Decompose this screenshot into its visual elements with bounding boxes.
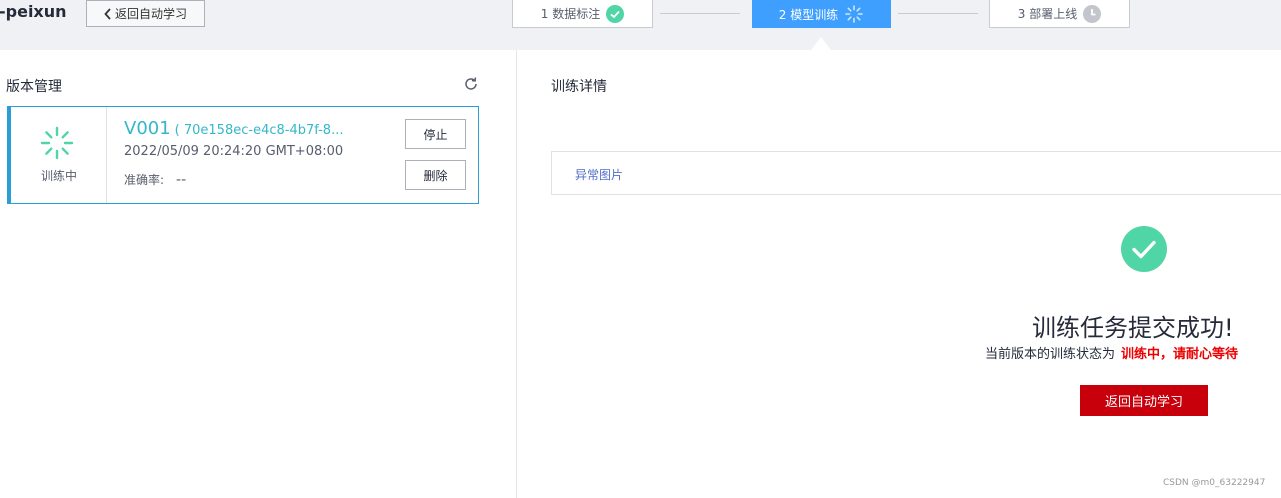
- status-text: 训练中: [40, 169, 77, 183]
- success-description: 当前版本的训练状态为 训练中，请耐心等待: [985, 343, 1238, 362]
- version-title[interactable]: V001( 70e158ec-e4c8-4b7f-8...: [124, 118, 343, 139]
- version-name: V001: [124, 118, 171, 139]
- step-connector: [660, 13, 740, 14]
- success-check-icon: [1121, 226, 1167, 272]
- stop-button[interactable]: 停止: [405, 119, 466, 149]
- delete-button[interactable]: 删除: [405, 160, 466, 190]
- success-desc-text: 当前版本的训练状态为: [985, 347, 1116, 362]
- clock-icon: [1083, 4, 1102, 23]
- project-name: -peixun: [0, 2, 67, 21]
- step-label: 2 模型训练: [778, 7, 839, 22]
- training-status-highlight: 训练中，请耐心等待: [1121, 347, 1239, 362]
- back-button-label: 返回自动学习: [114, 7, 187, 21]
- step-model-training[interactable]: 2 模型训练: [752, 0, 891, 28]
- step-data-labeling[interactable]: 1 数据标注: [512, 0, 653, 28]
- chevron-left-icon: [104, 7, 111, 20]
- back-to-autolearn-button[interactable]: 返回自动学习: [86, 0, 205, 27]
- watermark: CSDN @m0_63222947: [1163, 478, 1266, 488]
- version-card[interactable]: 训练中 V001( 70e158ec-e4c8-4b7f-8... 2022/0…: [7, 106, 479, 204]
- step-label: 1 数据标注: [540, 7, 601, 21]
- version-id: ( 70e158ec-e4c8-4b7f-8...: [174, 123, 344, 138]
- step-label: 3 部署上线: [1017, 7, 1078, 21]
- version-accuracy: 准确率: --: [124, 171, 186, 188]
- version-status: 训练中: [11, 107, 107, 203]
- version-time: 2022/05/09 20:24:20 GMT+08:00: [124, 144, 344, 159]
- return-autolearn-button[interactable]: 返回自动学习: [1080, 385, 1208, 416]
- accuracy-value: --: [176, 172, 187, 188]
- tab-abnormal-images[interactable]: 异常图片: [575, 166, 623, 183]
- accuracy-label: 准确率:: [124, 173, 165, 187]
- loading-spinner-icon: [40, 126, 74, 160]
- active-step-pointer: [811, 37, 831, 50]
- success-title: 训练任务提交成功!: [1032, 314, 1234, 342]
- check-circle-icon: [606, 4, 625, 23]
- version-management-title: 版本管理: [6, 79, 62, 95]
- loading-spinner-icon: [845, 5, 864, 23]
- refresh-icon[interactable]: [463, 76, 479, 92]
- step-deploy[interactable]: 3 部署上线: [989, 0, 1130, 28]
- step-connector: [898, 13, 978, 14]
- training-details-title: 训练详情: [551, 79, 607, 95]
- details-tab-bar: 异常图片: [551, 151, 1281, 195]
